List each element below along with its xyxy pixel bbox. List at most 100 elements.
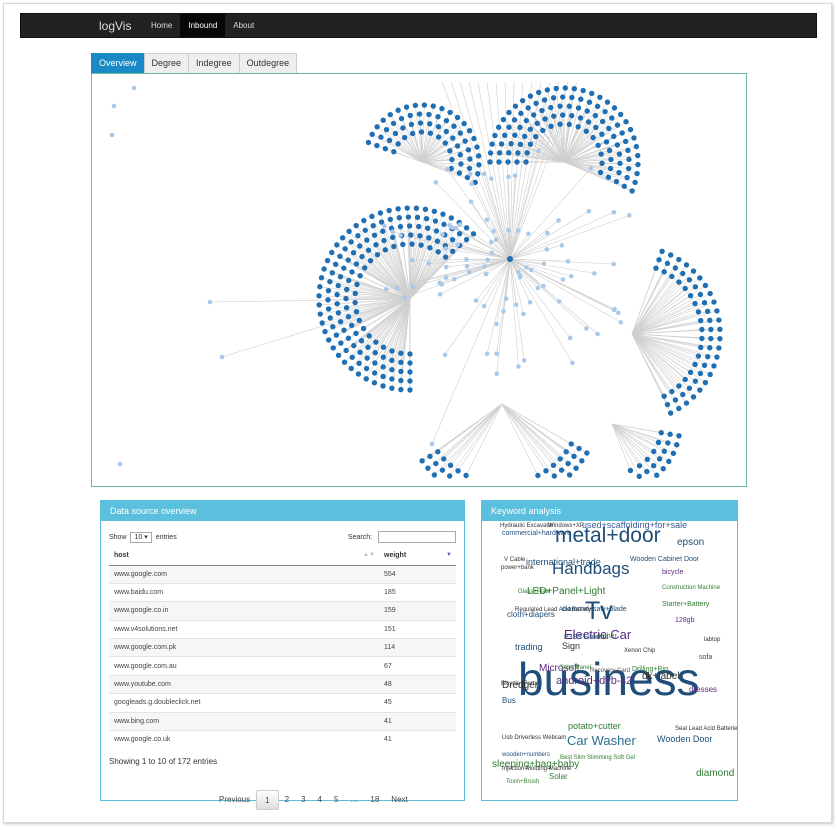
keyword[interactable]: commercial+hardware: [502, 530, 571, 537]
graph-node[interactable]: [627, 467, 634, 474]
graph-node[interactable]: [386, 137, 393, 144]
graph-node[interactable]: [644, 456, 651, 463]
graph-node[interactable]: [683, 400, 690, 406]
graph-node[interactable]: [501, 309, 506, 314]
graph-node[interactable]: [131, 85, 137, 91]
graph-node[interactable]: [441, 221, 447, 228]
graph-node[interactable]: [337, 273, 344, 280]
graph-node[interactable]: [442, 254, 449, 260]
keyword[interactable]: V Cable: [504, 557, 525, 563]
graph-node[interactable]: [670, 450, 677, 457]
graph-node[interactable]: [506, 124, 512, 130]
graph-node[interactable]: [565, 460, 571, 467]
graph-node[interactable]: [363, 365, 370, 372]
graph-node[interactable]: [457, 222, 463, 227]
graph-node[interactable]: [443, 128, 450, 135]
graph-node[interactable]: [387, 216, 394, 223]
graph-node[interactable]: [576, 445, 582, 452]
graph-node[interactable]: [380, 344, 387, 350]
graph-node[interactable]: [511, 117, 518, 123]
graph-node[interactable]: [329, 249, 335, 256]
graph-node[interactable]: [625, 147, 631, 153]
graph-node[interactable]: [597, 169, 604, 176]
graph-node[interactable]: [599, 118, 606, 125]
graph-node[interactable]: [698, 317, 704, 324]
graph-node[interactable]: [374, 142, 380, 149]
graph-node[interactable]: [344, 286, 350, 293]
graph-node[interactable]: [503, 296, 509, 301]
table-row[interactable]: www.google.com 554: [109, 564, 456, 584]
graph-node[interactable]: [370, 223, 376, 229]
graph-node[interactable]: [457, 130, 464, 136]
graph-node[interactable]: [534, 120, 540, 127]
graph-node[interactable]: [536, 148, 541, 154]
graph-node[interactable]: [493, 237, 499, 243]
graph-node[interactable]: [364, 237, 370, 243]
graph-node[interactable]: [450, 135, 456, 141]
graph-node[interactable]: [404, 205, 410, 211]
graph-node[interactable]: [695, 353, 702, 359]
graph-node[interactable]: [654, 472, 660, 478]
graph-node[interactable]: [512, 103, 519, 109]
graph-node[interactable]: [592, 112, 599, 119]
graph-node[interactable]: [351, 342, 357, 349]
graph-node[interactable]: [496, 150, 503, 156]
graph-node[interactable]: [590, 134, 596, 141]
graph-node[interactable]: [426, 261, 432, 266]
graph-node[interactable]: [540, 127, 546, 134]
graph-node[interactable]: [636, 463, 643, 469]
graph-node[interactable]: [345, 335, 352, 341]
keyword[interactable]: Recovery Card: [590, 668, 630, 674]
graph-node[interactable]: [398, 377, 404, 384]
graph-node[interactable]: [449, 156, 455, 163]
graph-node[interactable]: [374, 251, 381, 258]
graph-node[interactable]: [584, 326, 589, 331]
graph-node[interactable]: [366, 333, 372, 339]
graph-node[interactable]: [447, 462, 454, 468]
graph-node[interactable]: [594, 103, 601, 110]
graph-node[interactable]: [697, 387, 703, 393]
graph-node[interactable]: [498, 141, 505, 147]
graph-node[interactable]: [687, 369, 694, 375]
graph-node[interactable]: [589, 90, 595, 97]
graph-node[interactable]: [389, 367, 395, 373]
graph-node[interactable]: [398, 115, 405, 122]
graph-node[interactable]: [349, 354, 355, 360]
graph-node[interactable]: [333, 332, 340, 338]
graph-node[interactable]: [383, 126, 390, 133]
graph-node[interactable]: [701, 362, 708, 368]
keyword[interactable]: Glass+Plate: [518, 589, 551, 595]
keyword[interactable]: Injection Molding Machine: [502, 766, 571, 772]
graph-node[interactable]: [496, 159, 502, 165]
graph-node[interactable]: [695, 309, 702, 315]
graph-node[interactable]: [567, 335, 573, 341]
graph-node[interactable]: [462, 138, 468, 144]
graph-node[interactable]: [339, 235, 346, 241]
keyword[interactable]: Windows+XP: [548, 523, 584, 529]
graph-node[interactable]: [560, 277, 566, 282]
graph-node[interactable]: [614, 142, 621, 148]
graph-node[interactable]: [523, 117, 530, 124]
table-row[interactable]: www.google.co.in 159: [109, 601, 456, 621]
graph-node[interactable]: [653, 265, 659, 271]
graph-node[interactable]: [557, 121, 563, 127]
graph-node[interactable]: [407, 351, 413, 357]
table-row[interactable]: www.baidu.com 185: [109, 582, 456, 602]
graph-node[interactable]: [371, 380, 378, 386]
graph-node[interactable]: [446, 473, 453, 479]
graph-node[interactable]: [389, 385, 395, 391]
graph-node[interactable]: [560, 112, 566, 118]
graph-node[interactable]: [543, 468, 549, 474]
keyword[interactable]: Solar: [549, 773, 568, 781]
graph-node[interactable]: [676, 256, 682, 263]
graph-node[interactable]: [558, 467, 565, 473]
table-row[interactable]: www.v4solutions.net 151: [109, 619, 456, 639]
graph-node[interactable]: [570, 360, 575, 366]
graph-node[interactable]: [508, 140, 514, 147]
keyword[interactable]: P3SS Flowers: [564, 634, 608, 641]
graph-node[interactable]: [627, 126, 634, 133]
nav-about[interactable]: About: [225, 14, 262, 37]
graph-node[interactable]: [708, 335, 714, 342]
graph-node[interactable]: [507, 256, 513, 262]
graph-node[interactable]: [334, 301, 340, 307]
